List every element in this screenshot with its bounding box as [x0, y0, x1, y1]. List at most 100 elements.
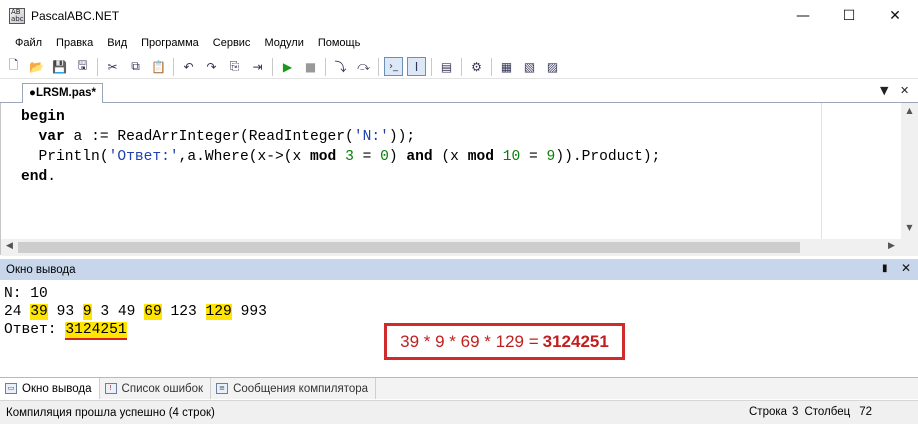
- cursor-position: Строка 3 Столбец 72: [744, 406, 872, 418]
- tab-close-icon[interactable]: ✕: [900, 84, 909, 97]
- toolbar-separator: [272, 57, 273, 76]
- form-icon[interactable]: ▤: [437, 57, 456, 76]
- menu-file[interactable]: Файл: [8, 37, 49, 49]
- number-literal: 9: [546, 149, 556, 165]
- toolbar-separator: [173, 57, 174, 76]
- minimize-button[interactable]: —: [780, 0, 826, 31]
- tab-dropdown-icon[interactable]: ▼: [880, 84, 888, 97]
- menu-view[interactable]: Вид: [100, 37, 134, 49]
- output-number: 24: [4, 304, 22, 320]
- output-number-highlighted: 69: [144, 304, 162, 320]
- toolbar-separator: [97, 57, 98, 76]
- find-icon[interactable]: ⎘: [225, 57, 244, 76]
- about-icon[interactable]: ▨: [543, 57, 562, 76]
- console-icon[interactable]: ›_: [384, 57, 403, 76]
- pin-icon[interactable]: ▮: [882, 263, 888, 274]
- toolbar-separator: [325, 57, 326, 76]
- document-tabstrip: ●LRSM.pas* ▼ ✕: [0, 80, 918, 103]
- bottom-tabs: ▭ Окно вывода ! Список ошибок ≡ Сообщени…: [0, 377, 918, 399]
- menu-program[interactable]: Программа: [134, 37, 206, 49]
- redo-icon[interactable]: ↷: [202, 57, 221, 76]
- tab-compiler-messages[interactable]: ≡ Сообщения компилятора: [211, 378, 377, 399]
- status-bar: Компиляция прошла успешно (4 строк) Стро…: [0, 400, 918, 424]
- output-number-highlighted: 9: [82, 304, 92, 320]
- maximize-button[interactable]: ☐: [826, 0, 872, 31]
- new-file-icon[interactable]: 🗋: [4, 57, 23, 76]
- annotation-result: 3124251: [542, 331, 609, 351]
- status-message: Компиляция прошла успешно (4 строк): [6, 406, 215, 419]
- code-token: Println(: [38, 149, 109, 165]
- keyword: end: [21, 169, 48, 185]
- copy-icon[interactable]: ⧉: [126, 57, 145, 76]
- window-title: PascalABC.NET: [31, 8, 120, 23]
- answer-label: Ответ:: [4, 322, 66, 338]
- menu-modules[interactable]: Модули: [257, 37, 310, 49]
- menu-edit[interactable]: Правка: [49, 37, 100, 49]
- scroll-down-icon[interactable]: ▼: [901, 223, 918, 232]
- code-text[interactable]: begin var a := ReadArrInteger(ReadIntege…: [21, 107, 660, 187]
- output-window-icon: ▭: [5, 383, 17, 394]
- code-line-2: var a := ReadArrInteger(ReadInteger('N:'…: [21, 129, 416, 145]
- compiler-messages-icon: ≡: [216, 383, 229, 394]
- output-close-icon[interactable]: ✕: [901, 261, 911, 275]
- help-icon[interactable]: ▧: [520, 57, 539, 76]
- replace-icon[interactable]: ⇥: [248, 57, 267, 76]
- tab-output-window[interactable]: ▭ Окно вывода: [0, 378, 100, 399]
- annotation-box: 39 * 9 * 69 * 129 = 3124251: [384, 323, 625, 360]
- menu-bar: Файл Правка Вид Программа Сервис Модули …: [0, 31, 918, 55]
- output-number: 49: [117, 304, 136, 320]
- vertical-scrollbar[interactable]: ▲ ▼: [901, 103, 918, 239]
- output-text[interactable]: N: 10 24 39 93 9 3 49 69 123 129 993 Отв…: [4, 285, 267, 340]
- output-line-2: 24 39 93 9 3 49 69 123 129 993: [4, 304, 267, 320]
- stop-icon[interactable]: ■: [301, 57, 320, 76]
- error-list-icon: !: [104, 383, 117, 394]
- keyword: mod: [310, 149, 337, 165]
- scroll-right-icon[interactable]: ▶: [888, 241, 895, 251]
- code-token: =: [520, 149, 547, 165]
- toolbar: 🗋 📂 💾 🖫 ✂ ⧉ 📋 ↶ ↷ ⎘ ⇥ ▶ ■ ⤵ ⤼ ›_ I ▤ ⚙ ▦…: [0, 55, 918, 79]
- step-into-icon[interactable]: ⤵: [331, 57, 350, 76]
- output-number: 93: [56, 304, 75, 320]
- horizontal-scrollbar[interactable]: ◀ ▶: [1, 239, 902, 256]
- save-icon[interactable]: 💾: [50, 57, 69, 76]
- output-line-1: N: 10: [4, 286, 48, 302]
- code-token: ));: [388, 129, 416, 145]
- debug-icon[interactable]: ⚙: [467, 57, 486, 76]
- keyword: begin: [21, 109, 65, 125]
- title-bar: AB abc PascalABC.NET — ☐ ✕: [0, 0, 918, 31]
- output-panel-title: Окно вывода: [6, 263, 76, 276]
- run-icon[interactable]: ▶: [278, 57, 297, 76]
- string-literal: 'Ответ:': [108, 149, 179, 165]
- code-line-1: begin: [21, 109, 65, 125]
- menu-service[interactable]: Сервис: [206, 37, 258, 49]
- toolbar-separator: [378, 57, 379, 76]
- code-token: a := ReadArrInteger(ReadInteger(: [64, 129, 354, 145]
- undo-icon[interactable]: ↶: [179, 57, 198, 76]
- cut-icon[interactable]: ✂: [103, 57, 122, 76]
- save-all-icon[interactable]: 🖫: [73, 57, 92, 76]
- code-editor[interactable]: begin var a := ReadArrInteger(ReadIntege…: [0, 103, 918, 256]
- app-icon: AB abc: [9, 7, 25, 24]
- paste-icon[interactable]: 📋: [149, 57, 168, 76]
- scroll-left-icon[interactable]: ◀: [6, 241, 13, 251]
- window-controls: — ☐ ✕: [780, 0, 918, 31]
- doc-icon[interactable]: ▦: [497, 57, 516, 76]
- menu-help[interactable]: Помощь: [311, 37, 368, 49]
- output-number: 993: [240, 304, 267, 320]
- close-button[interactable]: ✕: [872, 0, 918, 31]
- output-number-highlighted: 129: [205, 304, 232, 320]
- code-token: .: [47, 169, 57, 185]
- number-literal: 0: [380, 149, 389, 165]
- open-file-icon[interactable]: 📂: [27, 57, 46, 76]
- output-number-highlighted: 39: [30, 304, 48, 320]
- horizontal-scroll-thumb[interactable]: [18, 242, 800, 253]
- column-value: 72: [859, 406, 872, 418]
- toolbar-separator: [491, 57, 492, 76]
- step-over-icon[interactable]: ⤼: [354, 57, 373, 76]
- tab-error-list[interactable]: ! Список ошибок: [100, 378, 212, 399]
- row-value: 3: [792, 406, 799, 418]
- input-icon[interactable]: I: [407, 57, 426, 76]
- scroll-up-icon[interactable]: ▲: [901, 106, 918, 115]
- tab-lrsm-pas[interactable]: ●LRSM.pas*: [22, 83, 104, 103]
